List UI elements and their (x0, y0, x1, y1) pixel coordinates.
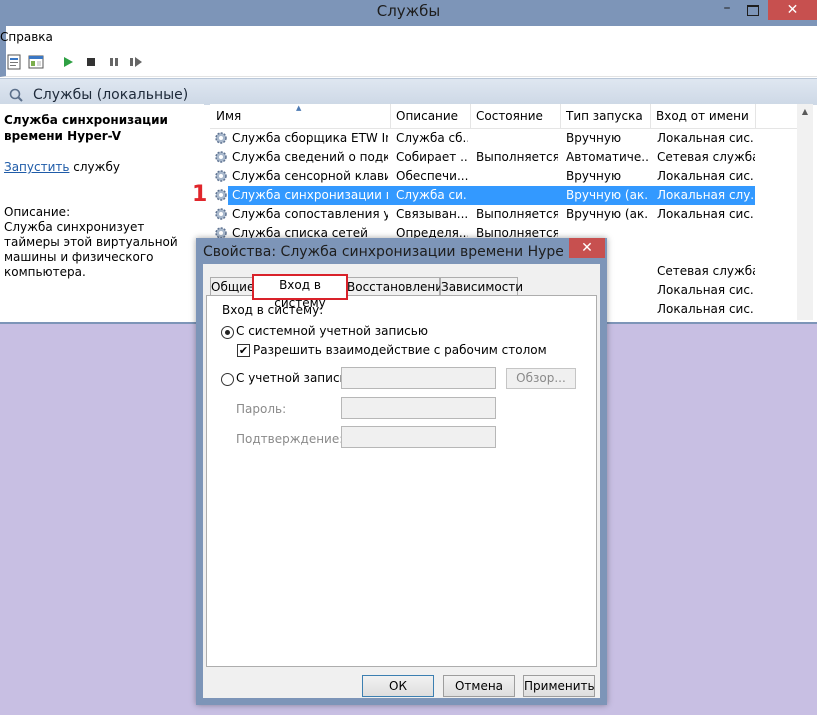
column-header-name[interactable]: Имя (216, 109, 241, 123)
cell-name: Служба сопоставления ус... (232, 207, 388, 221)
password-input[interactable] (341, 397, 496, 419)
dialog-body: Общие Вход в систему Восстановление Зави… (203, 264, 600, 698)
cell-logon-as: Локальная сис... (657, 207, 755, 221)
tab-logon[interactable]: Вход в систему (252, 274, 348, 310)
table-row[interactable]: Служба сведений о подкл... Собирает ... … (210, 148, 807, 167)
console-tree-icon[interactable] (28, 54, 44, 70)
vertical-scrollbar[interactable]: ▲ (797, 104, 813, 320)
tab-general[interactable]: Общие (210, 277, 254, 296)
maximize-icon (747, 5, 759, 16)
column-header-description[interactable]: Описание (396, 109, 458, 123)
confirm-password-input[interactable] (341, 426, 496, 448)
cell-name: Служба сведений о подкл... (232, 150, 388, 164)
system-account-radio[interactable] (221, 326, 234, 339)
column-divider[interactable] (755, 104, 756, 128)
tab-dependencies[interactable]: Зависимости (440, 277, 523, 296)
table-row[interactable]: Служба сборщика ETW Int... Служба сб... … (210, 129, 807, 148)
toolbar (0, 48, 817, 77)
logon-tab-panel: Вход в систему: С системной учетной запи… (206, 295, 597, 667)
minimize-button[interactable]: – (714, 1, 740, 20)
cell-status: Выполняется (476, 207, 558, 221)
cell-description: Связыван... (396, 207, 468, 221)
cell-logon-as: Локальная сис... (657, 131, 755, 145)
window-titlebar[interactable]: Службы – ✕ (0, 0, 817, 26)
cell-description: Обеспечи... (396, 169, 468, 183)
cell-startup-type: Вручную (ак... (566, 207, 648, 221)
cell-startup-type: Вручную (ак... (566, 188, 648, 202)
window-title: Службы (376, 2, 441, 20)
service-detail-panel: Служба синхронизации времени Hyper-V Зап… (0, 104, 204, 320)
start-line: Запустить службу (4, 160, 120, 174)
table-row-selected[interactable]: Служба синхронизации вр... Служба си... … (210, 186, 807, 205)
column-header-logon-as[interactable]: Вход от имени (656, 109, 749, 123)
table-row[interactable]: Служба сенсорной клавиа... Обеспечи... В… (210, 167, 807, 186)
service-gear-icon (215, 170, 227, 182)
ok-button[interactable]: ОК (362, 675, 434, 697)
cell-logon-as: Сетевая служба (657, 150, 755, 164)
cell-description: Собирает ... (396, 150, 468, 164)
menu-help[interactable]: Справка (0, 30, 53, 44)
column-divider[interactable] (560, 104, 561, 128)
cell-description: Служба си... (396, 188, 468, 202)
maximize-button[interactable] (740, 2, 766, 20)
account-input[interactable] (341, 367, 496, 389)
cell-logon-as: Локальная сис... (657, 169, 755, 183)
column-divider[interactable] (650, 104, 651, 128)
scroll-up-icon[interactable]: ▲ (797, 104, 813, 120)
cell-logon-as: Сетевая служба (657, 264, 755, 278)
stop-icon[interactable] (83, 54, 99, 70)
cancel-button[interactable]: Отмена (443, 675, 515, 697)
cell-logon-as: Локальная сис... (657, 283, 755, 297)
menu-bar: Справка (0, 26, 817, 48)
description-label: Описание: (4, 205, 71, 219)
allow-desktop-label[interactable]: Разрешить взаимодействие с рабочим столо… (253, 343, 547, 357)
cell-description: Служба сб... (396, 131, 468, 145)
cell-logon-as: Локальная сис... (657, 302, 755, 316)
dialog-title: Свойства: Служба синхронизации времени H… (203, 244, 563, 260)
panel-title: Службы (локальные) (33, 87, 189, 103)
column-header-startup-type[interactable]: Тип запуска (566, 109, 643, 123)
column-divider[interactable] (470, 104, 471, 128)
service-gear-icon (215, 189, 227, 201)
dialog-close-button[interactable]: ✕ (569, 238, 605, 258)
start-suffix: службу (69, 160, 120, 174)
column-divider[interactable] (390, 104, 391, 128)
close-button[interactable]: ✕ (768, 0, 817, 20)
properties-dialog: Свойства: Служба синхронизации времени H… (196, 238, 607, 705)
service-gear-icon (215, 132, 227, 144)
column-header-status[interactable]: Состояние (476, 109, 543, 123)
start-service-link[interactable]: Запустить (4, 160, 69, 174)
properties-icon[interactable] (6, 54, 22, 70)
password-label: Пароль: (236, 402, 287, 416)
play-icon[interactable] (60, 54, 76, 70)
service-gear-icon (215, 151, 227, 163)
description-text: Служба синхронизует таймеры этой виртуал… (4, 220, 178, 279)
cell-startup-type: Автоматиче... (566, 150, 648, 164)
annotation-marker-1: 1 (192, 182, 208, 207)
cell-name: Служба синхронизации вр... (232, 188, 388, 202)
system-account-label[interactable]: С системной учетной записью (236, 324, 428, 338)
table-row[interactable]: Служба сопоставления ус... Связыван... В… (210, 205, 807, 224)
cell-status: Выполняется (476, 150, 558, 164)
cell-startup-type: Вручную (566, 131, 622, 145)
tab-recovery[interactable]: Восстановление (346, 277, 450, 296)
search-icon (9, 88, 23, 102)
panel-header: Службы (локальные) (0, 78, 817, 105)
table-header: ▲ Имя Описание Состояние Тип запуска Вхо… (210, 104, 807, 129)
service-name: Служба синхронизации времени Hyper-V (4, 113, 168, 143)
sort-arrow-icon: ▲ (296, 104, 302, 112)
this-account-radio[interactable] (221, 373, 234, 386)
service-gear-icon (215, 208, 227, 220)
allow-desktop-checkbox[interactable]: ✔ (237, 344, 250, 357)
apply-button[interactable]: Применить (523, 675, 595, 697)
confirm-label: Подтверждение: (236, 432, 344, 446)
pause-icon[interactable] (106, 54, 122, 70)
restart-icon[interactable] (128, 54, 144, 70)
cell-name: Служба сенсорной клавиа... (232, 169, 388, 183)
cell-logon-as: Локальная слу... (657, 188, 755, 202)
cell-name: Служба сборщика ETW Int... (232, 131, 388, 145)
cell-startup-type: Вручную (566, 169, 622, 183)
browse-button[interactable]: Обзор... (506, 368, 576, 389)
